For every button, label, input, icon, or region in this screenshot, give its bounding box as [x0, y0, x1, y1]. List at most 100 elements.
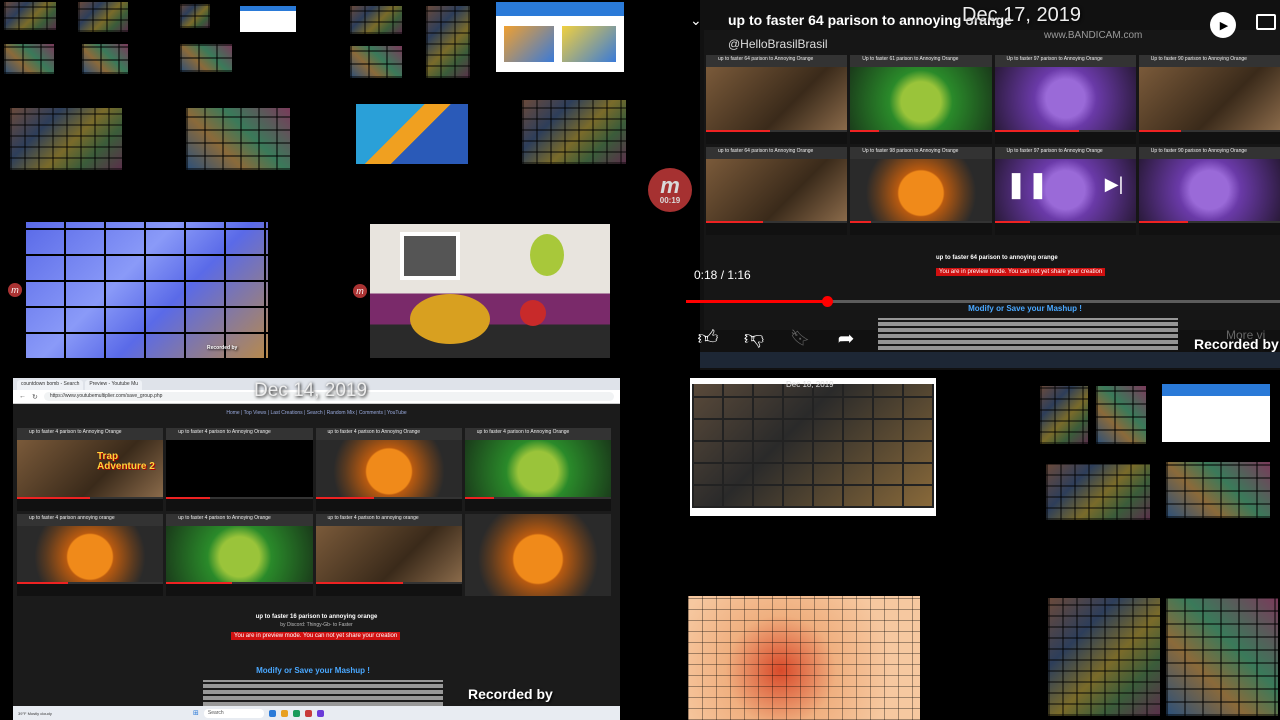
refresh-icon[interactable]: ↻ — [32, 393, 38, 401]
video-card-title: Up to faster 90 parison to Annoying Oran… — [1150, 147, 1247, 154]
bandicam-watermark: www.BANDICAM.com — [1044, 30, 1143, 41]
video-card-grid: up to faster 4 parison to Annoying Orang… — [17, 428, 611, 596]
logo-letter: m — [660, 172, 680, 198]
video-thumbnail — [994, 67, 1136, 130]
start-icon[interactable]: ⊞ — [193, 709, 199, 717]
preview-page-title: up to faster 64 parison to annoying oran… — [936, 255, 1058, 261]
time-display: 0:18 / 1:16 — [694, 268, 751, 282]
thumbnail-cluster — [10, 108, 122, 170]
play-toggle-button[interactable]: ▶ — [1210, 12, 1236, 38]
cast-icon[interactable] — [1256, 14, 1276, 30]
like-icon[interactable]: 👍︎ — [696, 326, 720, 350]
taskbar-app-icon[interactable] — [292, 709, 300, 717]
mashup-url-table — [878, 318, 1178, 350]
thumbnail-cluster — [82, 44, 128, 74]
screenshot-thumbnail — [496, 2, 624, 72]
preview-page-title: up to faster 16 parison to annoying oran… — [255, 614, 378, 620]
video-card[interactable]: up to faster 4 parison to Annoying Orang… — [17, 428, 164, 511]
thumbnail-cluster — [350, 6, 402, 34]
share-icon[interactable]: ➦ — [834, 326, 858, 350]
video-card[interactable]: up to faster 4 parison to annoying orang… — [315, 513, 462, 596]
preview-warning: You are in preview mode. You can not yet… — [231, 632, 401, 640]
channel-name[interactable]: @HelloBrasilBrasil — [728, 37, 828, 51]
video-card-title: up to faster 64 parison to Annoying Oran… — [718, 56, 814, 62]
video-card[interactable]: up to faster 4 parison to Annoying Orang… — [166, 513, 313, 596]
weather-status: 39°F Mostly cloudy — [18, 710, 52, 716]
video-card-title: Up to faster 97 parison to Annoying Oran… — [1006, 147, 1103, 154]
video-thumbnail — [166, 440, 313, 497]
thumbnail-cluster — [186, 108, 290, 170]
video-card-title: up to faster 4 parison to Annoying Orang… — [476, 429, 570, 435]
browser-tab[interactable]: countdown bomb - Search — [17, 380, 84, 390]
save-bookmark-icon[interactable]: 🔖︎ — [788, 326, 812, 350]
video-card[interactable]: up to faster 4 parison to Annoying Orang… — [166, 428, 313, 511]
play-icon: ▶ — [1219, 19, 1229, 32]
video-thumbnail — [1138, 158, 1280, 221]
recorder-mini-icon: m — [353, 284, 367, 298]
video-thumbnail — [850, 158, 992, 221]
video-card-grid: up to faster 64 parison to Annoying Oran… — [706, 55, 1280, 235]
dislike-icon[interactable]: 👎︎ — [742, 326, 766, 350]
video-thumbnail — [1138, 67, 1280, 130]
trap-adventure-overlay: Trap Adventure 2 — [97, 451, 155, 472]
windows-taskbar: 39°F Mostly cloudy ⊞ Search — [13, 706, 620, 720]
recorded-by-label: Recorded by — [468, 686, 553, 702]
player-taskbar — [700, 352, 1280, 368]
video-card[interactable]: Up to faster 98 parison to Annoying Oran… — [850, 146, 992, 235]
video-card[interactable]: up to faster 64 parison to Annoying Oran… — [706, 55, 848, 144]
recorder-logo-icon[interactable]: m 00:19 — [648, 168, 692, 212]
taskbar-app-icon[interactable] — [280, 709, 288, 717]
video-thumbnail — [166, 525, 313, 582]
taskbar-app-icon[interactable] — [304, 709, 312, 717]
taskbar-app-icon[interactable] — [268, 709, 276, 717]
video-card-title: up to faster 4 parison to Annoying Orang… — [327, 429, 421, 435]
mashup-url-table — [203, 680, 443, 706]
thumbnail-cluster — [4, 2, 56, 30]
collapse-chevron-icon[interactable]: ⌄ — [690, 12, 702, 29]
record-timer: 00:19 — [659, 195, 681, 205]
preview-page-author: by Discord: Thingy-Gb- to Faster — [280, 622, 353, 628]
taskbar-search[interactable]: Search — [203, 708, 264, 718]
video-thumbnail — [464, 513, 611, 596]
video-card[interactable]: up to faster 4 parison to Annoying Orang… — [315, 428, 462, 511]
video-card-title: up to faster 4 parison to Annoying Orang… — [178, 429, 271, 435]
thumbnail-cluster — [522, 100, 626, 164]
video-card[interactable] — [464, 513, 611, 596]
thumbnail-cluster — [350, 46, 402, 78]
recorded-by-label: Recorded by — [1194, 336, 1279, 352]
modify-save-heading[interactable]: Modify or Save your Mashup ! — [213, 666, 413, 675]
video-thumbnail — [706, 158, 848, 221]
screenshot-thumbnail — [1162, 384, 1270, 442]
seek-handle[interactable] — [821, 296, 833, 307]
video-card[interactable]: up to faster 4 parison to Annoying Orang… — [464, 428, 611, 511]
video-card-title: Up to faster 61 parison to Annoying Oran… — [862, 56, 959, 62]
back-icon[interactable]: ← — [19, 393, 26, 400]
site-nav[interactable]: Home | Top Views | Last Creations | Sear… — [13, 404, 620, 416]
video-card[interactable]: up to faster 4 parison annoying orange — [17, 513, 164, 596]
overlay-date: Dec 17, 2019 — [962, 4, 1081, 26]
overlay-date: Dec 18, 2019 — [786, 380, 834, 389]
video-player[interactable]: www.BANDICAM.com up to faster 64 parison… — [700, 0, 1280, 370]
food-mosaic-thumbnail — [688, 596, 920, 720]
video-card[interactable]: Up to faster 90 parison to Annoying Oran… — [1138, 55, 1280, 144]
video-card[interactable]: Up to faster 97 parison to Annoying Oran… — [994, 55, 1136, 144]
seek-bar[interactable] — [686, 296, 1280, 307]
modify-save-heading[interactable]: Modify or Save your Mashup ! — [940, 304, 1110, 313]
annoying-orange-thumbnail — [370, 224, 610, 358]
thumbnail-cluster — [78, 2, 128, 32]
video-card-title: Up to faster 97 parison to Annoying Oran… — [1006, 56, 1103, 62]
pause-icon[interactable]: ❚❚ — [1005, 169, 1049, 199]
thumbnail-cluster — [180, 44, 232, 72]
browser-tab[interactable]: Preview - Youtube Mu — [85, 380, 143, 390]
video-card-title: up to faster 4 parison to Annoying Orang… — [29, 429, 122, 435]
video-card[interactable]: up to faster 64 parison to Annoying Oran… — [706, 146, 848, 235]
overlay-date: Dec 14, 2019 — [254, 380, 368, 401]
next-icon[interactable]: ▶| — [1102, 172, 1126, 196]
video-card[interactable]: Up to faster 61 parison to Annoying Oran… — [850, 55, 992, 144]
recorded-by-small: Recorded by — [207, 345, 238, 351]
taskbar-app-icon[interactable] — [316, 709, 324, 717]
video-card[interactable]: Up to faster 90 parison to Annoying Oran… — [1138, 146, 1280, 235]
seek-bar-played — [686, 300, 827, 303]
video-card-title: up to faster 64 parison to Annoying Oran… — [718, 147, 814, 154]
nested-recording-thumbnail: Dec 18, 2019 — [690, 378, 936, 516]
